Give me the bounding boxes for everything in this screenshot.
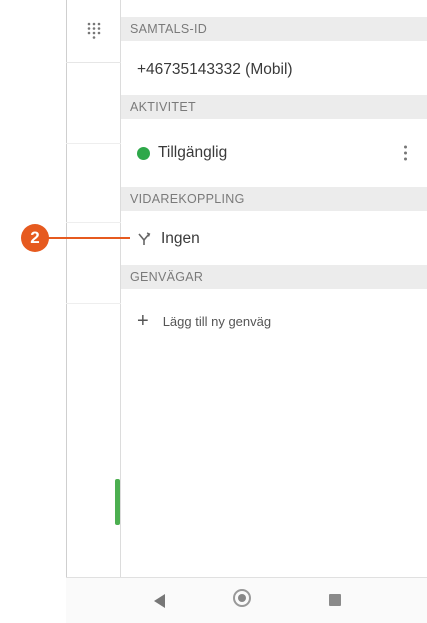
call-id-row[interactable]: +46735143332 (Mobil) xyxy=(121,55,427,85)
left-rail xyxy=(66,0,121,577)
forwarding-value: Ingen xyxy=(161,230,200,247)
dialpad-button[interactable] xyxy=(66,0,121,63)
system-nav-bar xyxy=(66,577,427,623)
back-icon[interactable] xyxy=(154,594,165,608)
plus-icon: + xyxy=(137,310,149,332)
rail-divider xyxy=(66,222,121,223)
dialpad-icon xyxy=(87,22,100,39)
more-vertical-icon[interactable] xyxy=(404,145,407,161)
recents-icon[interactable] xyxy=(329,594,341,606)
activity-status-label: Tillgänglig xyxy=(158,144,228,161)
forwarding-row[interactable]: Ingen xyxy=(121,224,427,254)
rail-divider xyxy=(66,143,121,144)
callout-badge: 2 xyxy=(21,224,49,252)
section-header-forwarding: VIDAREKOPPLING xyxy=(121,187,427,211)
home-icon[interactable] xyxy=(233,589,251,607)
call-id-value: +46735143332 (Mobil) xyxy=(137,61,293,78)
section-header-call-id: SAMTALS-ID xyxy=(121,17,427,41)
rail-divider xyxy=(66,303,121,304)
call-forward-icon xyxy=(138,232,151,245)
active-indicator xyxy=(115,479,120,525)
activity-status-row[interactable]: Tillgänglig xyxy=(121,137,427,169)
section-header-activity: AKTIVITET xyxy=(121,95,427,119)
section-header-shortcuts: GENVÄGAR xyxy=(121,265,427,289)
add-shortcut-button[interactable]: + Lägg till ny genväg xyxy=(121,306,427,336)
status-available-icon xyxy=(137,146,150,160)
callout-line xyxy=(44,237,130,239)
add-shortcut-label: Lägg till ny genväg xyxy=(162,313,272,329)
